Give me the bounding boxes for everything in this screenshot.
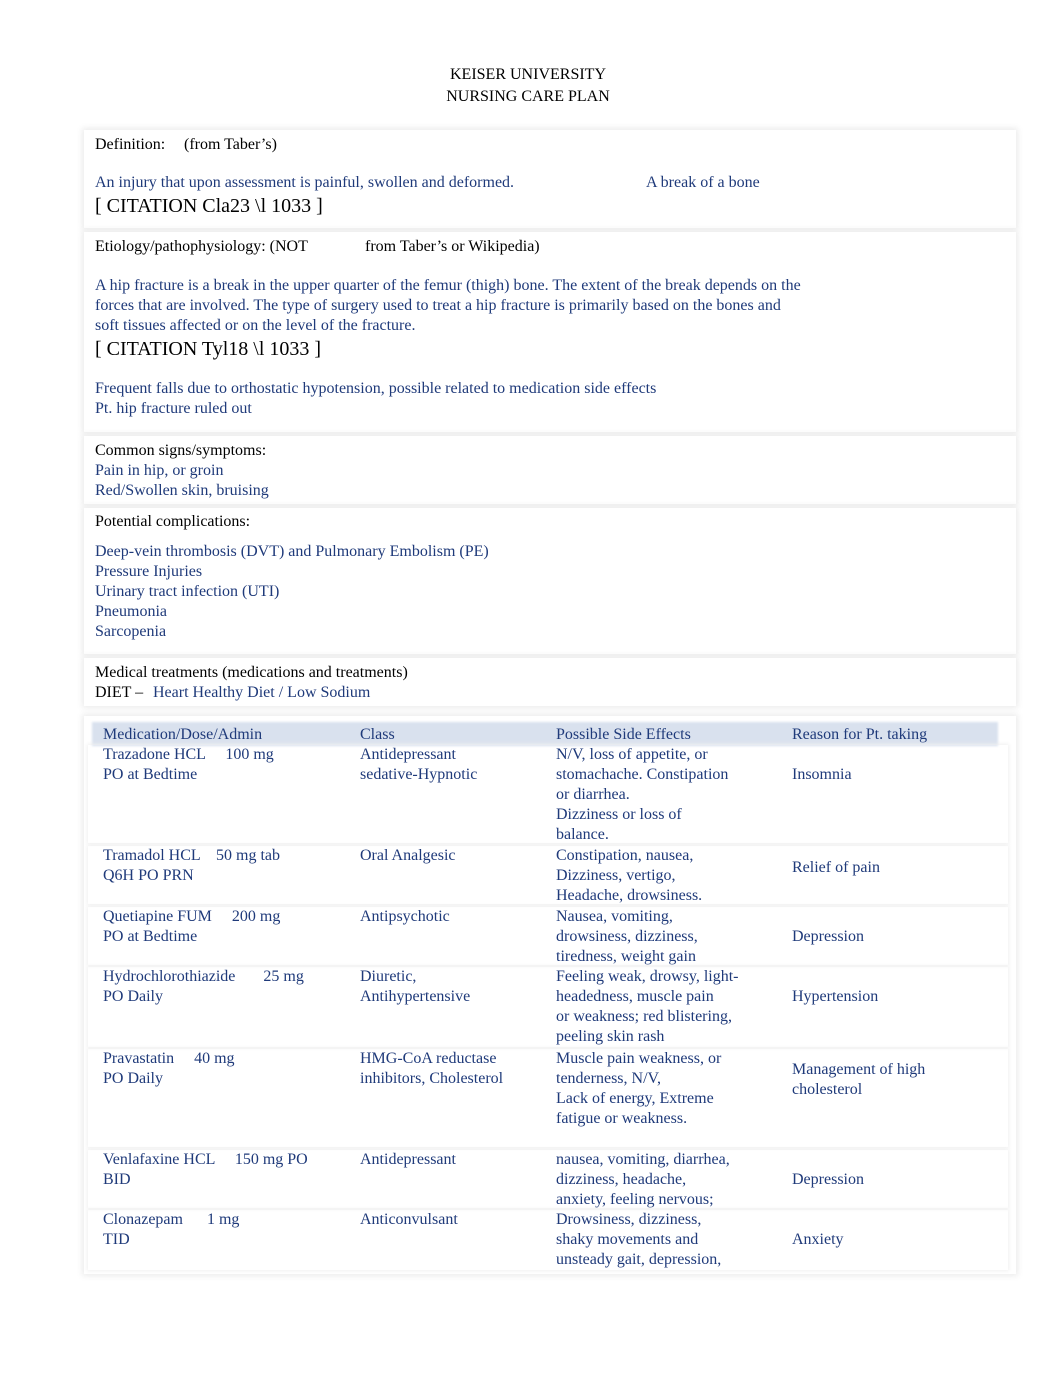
class-cell: Antidepressant — [360, 746, 456, 763]
etiology-line: A hip fracture is a break in the upper q… — [95, 277, 801, 294]
side-effects-cell: Headache, drowsiness. — [556, 887, 703, 904]
medication-cell: Venlafaxine HCL 150 mg PO — [103, 1151, 308, 1168]
diet-label: DIET – — [95, 684, 148, 701]
complication-item: Pressure Injuries — [95, 563, 203, 580]
medication-cell: Q6H PO PRN — [103, 867, 194, 884]
column-header: Reason for Pt. taking — [792, 726, 928, 743]
side-effects-cell: Drowsiness, dizziness, — [556, 1211, 702, 1228]
medication-cell: Hydrochlorothiazide 25 mg — [103, 968, 304, 985]
sign-item: Pain in hip, or groin — [95, 462, 224, 479]
side-effects-cell: Dizziness or loss of — [556, 806, 682, 823]
column-header: Medication/Dose/Admin — [103, 726, 263, 743]
treatments-label: Medical treatments (medications and trea… — [95, 664, 408, 681]
medication-cell: Pravastatin 40 mg — [103, 1050, 235, 1067]
etiology-label: Etiology/pathophysiology: (NOT — [95, 238, 308, 255]
document-page: KEISER UNIVERSITY NURSING CARE PLAN Defini… — [0, 0, 1062, 1376]
reason-cell: Relief of pain — [792, 859, 880, 876]
reason-cell: Depression — [792, 1171, 864, 1188]
definition-text-2: A break of a bone — [646, 174, 760, 191]
etiology-note: Pt. hip fracture ruled out — [95, 400, 252, 417]
side-effects-cell: N/V, loss of appetite, or — [556, 746, 708, 763]
side-effects-cell: drowsiness, dizziness, — [556, 928, 698, 945]
class-cell: Diuretic, — [360, 968, 417, 985]
side-effects-cell: Feeling weak, drowsy, light- — [556, 968, 739, 985]
class-cell: Oral Analgesic — [360, 847, 456, 864]
complication-item: Deep-vein thrombosis (DVT) and Pulmonary… — [95, 543, 489, 560]
reason-cell: Management of high cholesterol — [792, 1061, 926, 1098]
side-effects-cell: fatigue or weakness. — [556, 1110, 688, 1127]
side-effects-cell: or weakness; red blistering, — [556, 1008, 732, 1025]
side-effects-cell: Nausea, vomiting, — [556, 908, 673, 925]
side-effects-cell: dizziness, headache, — [556, 1171, 687, 1188]
definition-text: An injury that upon assessment is painfu… — [95, 174, 515, 191]
side-effects-cell: anxiety, feeling nervous; — [556, 1191, 714, 1208]
side-effects-cell: headedness, muscle pain — [556, 988, 714, 1005]
reason-cell: Depression — [792, 928, 864, 945]
signs-label: Common signs/symptoms: — [95, 442, 267, 459]
side-effects-cell: shaky movements and — [556, 1231, 699, 1248]
medication-cell: PO Daily — [103, 988, 163, 1005]
side-effects-cell: nausea, vomiting, diarrhea, — [556, 1151, 730, 1168]
reason-cell: Hypertension — [792, 988, 879, 1005]
class-cell: HMG-CoA reductase — [360, 1050, 497, 1067]
side-effects-cell: peeling skin rash — [556, 1028, 665, 1045]
class-cell: Anticonvulsant — [360, 1211, 458, 1228]
class-cell: Antihypertensive — [360, 988, 471, 1005]
complications-label: Potential complications: — [95, 513, 251, 530]
definition-label: Definition: — [95, 136, 166, 153]
medication-cell: PO Daily — [103, 1070, 163, 1087]
medication-cell: Tramadol HCL 50 mg tab — [103, 847, 281, 864]
document-subtitle: NURSING CARE PLAN — [446, 88, 610, 105]
complication-item: Urinary tract infection (UTI) — [95, 583, 280, 600]
class-cell: sedative-Hypnotic — [360, 766, 478, 783]
side-effects-cell: tenderness, N/V, — [556, 1070, 662, 1087]
side-effects-cell: Muscle pain weakness, or — [556, 1050, 722, 1067]
etiology-line: soft tissues affected or on the level of… — [95, 317, 416, 334]
medication-cell: PO at Bedtime — [103, 766, 198, 783]
etiology-label-2: from Taber’s or Wikipedia) — [365, 238, 540, 255]
medication-cell: BID — [103, 1171, 131, 1188]
document-title: KEISER UNIVERSITY — [450, 66, 606, 83]
side-effects-cell: Constipation, nausea, — [556, 847, 694, 864]
side-effects-cell: Lack of energy, Extreme — [556, 1090, 714, 1107]
class-cell: inhibitors, Cholesterol — [360, 1070, 504, 1087]
medication-cell: TID — [103, 1231, 130, 1248]
definition-source: (from Taber’s) — [184, 136, 277, 153]
column-header: Possible Side Effects — [556, 726, 691, 743]
diet-value: Heart Healthy Diet / Low Sodium — [153, 684, 371, 701]
side-effects-cell: unsteady gait, depression, — [556, 1251, 722, 1268]
side-effects-cell: or diarrhea. — [556, 786, 630, 803]
complication-item: Sarcopenia — [95, 623, 167, 640]
reason-cell: Anxiety — [792, 1231, 844, 1248]
side-effects-cell: Dizziness, vertigo, — [556, 867, 676, 884]
medication-cell: PO at Bedtime — [103, 928, 198, 945]
sign-item: Red/Swollen skin, bruising — [95, 482, 269, 499]
etiology-line: forces that are involved. The type of su… — [95, 297, 781, 314]
reason-cell: Insomnia — [792, 766, 852, 783]
class-cell: Antidepressant — [360, 1151, 456, 1168]
side-effects-cell: balance. — [556, 826, 609, 843]
medication-cell: Quetiapine FUM 200 mg — [103, 908, 281, 925]
column-header: Class — [360, 726, 395, 743]
class-cell: Antipsychotic — [360, 908, 450, 925]
citation: [ CITATION Cla23 \l 1033 ] — [95, 195, 323, 217]
etiology-note: Frequent falls due to orthostatic hypote… — [95, 380, 657, 397]
medication-cell: Trazadone HCL 100 mg — [103, 746, 274, 763]
medication-cell: Clonazepam 1 mg — [103, 1211, 240, 1228]
side-effects-cell: tiredness, weight gain — [556, 948, 696, 965]
side-effects-cell: stomachache. Constipation — [556, 766, 729, 783]
citation: [ CITATION Tyl18 \l 1033 ] — [95, 338, 322, 360]
complication-item: Pneumonia — [95, 603, 167, 620]
